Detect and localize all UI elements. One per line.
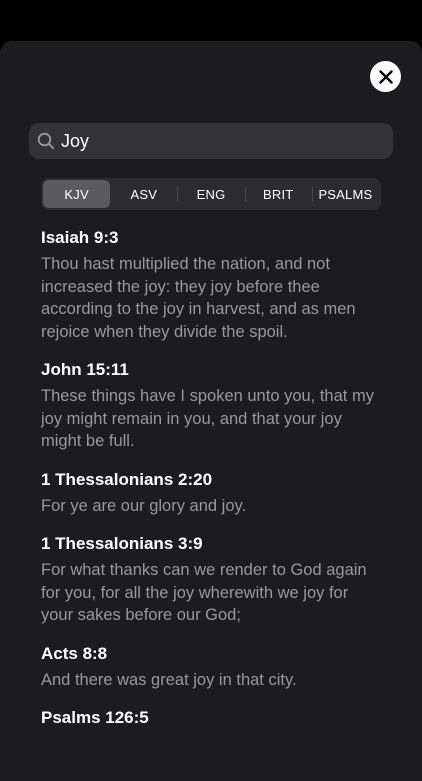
list-item[interactable]: 1 Thessalonians 2:20 For ye are our glor… (41, 469, 381, 518)
tab-psalms[interactable]: PSALMS (311, 180, 379, 208)
tab-brit[interactable]: BRIT (244, 180, 312, 208)
verse-reference: Isaiah 9:3 (41, 228, 119, 247)
verse-reference: 1 Thessalonians 3:9 (41, 534, 203, 553)
verse-text: These things have I spoken unto you, tha… (41, 387, 374, 450)
list-item[interactable]: Psalms 126:5 (41, 707, 381, 729)
tab-eng[interactable]: ENG (177, 180, 244, 208)
tab-asv[interactable]: ASV (110, 180, 177, 208)
search-input[interactable] (61, 123, 393, 159)
list-item[interactable]: 1 Thessalonians 3:9 For what thanks can … (41, 533, 381, 627)
search-sheet: KJV ASV ENG BRIT PSALMS Isaiah 9:3 Thou … (0, 41, 422, 781)
list-item[interactable]: Isaiah 9:3 Thou hast multiplied the nati… (41, 227, 381, 343)
verse-reference: 1 Thessalonians 2:20 (41, 469, 213, 489)
close-icon (378, 69, 393, 84)
tab-kjv[interactable]: KJV (43, 180, 111, 208)
list-item[interactable]: Acts 8:8 And there was great joy in that… (41, 643, 381, 692)
search-bar[interactable] (29, 123, 393, 159)
list-item[interactable]: John 15:11 These things have I spoken un… (41, 359, 381, 453)
search-results-list: Isaiah 9:3 Thou hast multiplied the nati… (41, 227, 381, 745)
verse-reference: Acts 8:8 (41, 643, 108, 663)
verse-text: Thou hast multiplied the nation, and not… (41, 255, 356, 341)
verse-reference: Psalms 126:5 (41, 708, 149, 727)
verse-text: For ye are our glory and joy. (41, 496, 247, 515)
verse-text: For what thanks can we render to God aga… (41, 561, 367, 624)
verse-reference: John 15:11 (41, 360, 129, 379)
verse-text: And there was great joy in that city. (41, 670, 297, 689)
translation-selector: KJV ASV ENG BRIT PSALMS (41, 178, 381, 210)
close-button[interactable] (370, 61, 401, 92)
search-icon (37, 132, 55, 150)
